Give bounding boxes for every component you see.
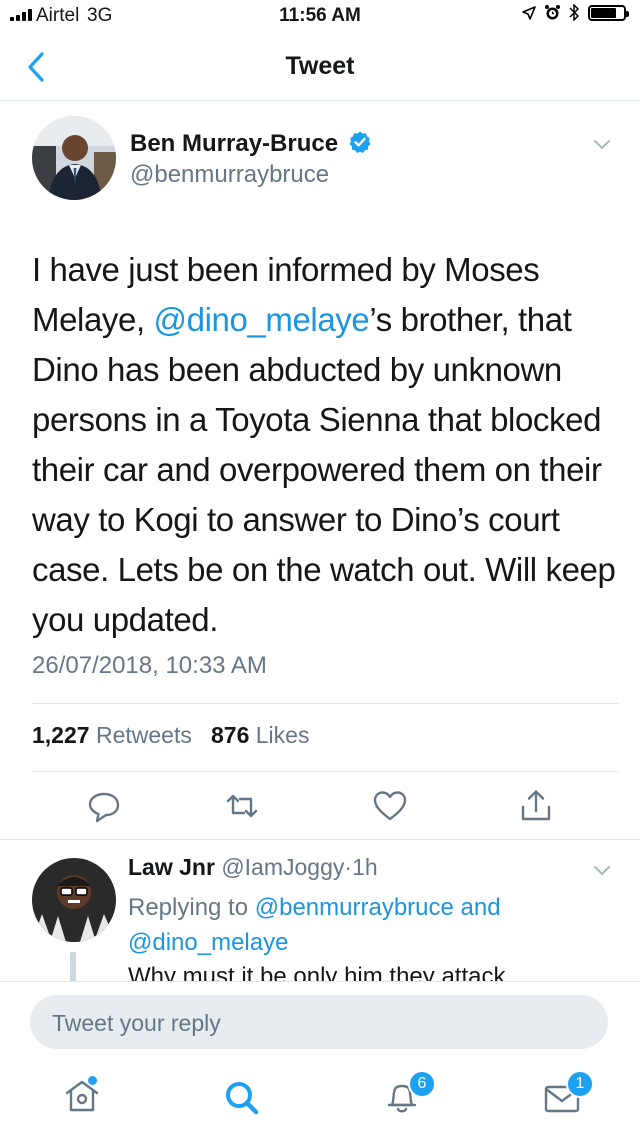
author-avatar[interactable] bbox=[32, 116, 116, 200]
battery-icon bbox=[588, 4, 629, 21]
author-name[interactable]: Ben Murray-Bruce bbox=[130, 130, 372, 158]
retweets-stat[interactable]: 1,227 Retweets bbox=[32, 722, 192, 748]
mention-link[interactable]: @dino_melaye bbox=[154, 301, 370, 338]
reply-icon[interactable] bbox=[84, 786, 124, 826]
likes-count: 876 bbox=[211, 722, 250, 748]
tab-search[interactable] bbox=[222, 1078, 262, 1118]
divider bbox=[32, 703, 618, 704]
reply-input-placeholder: Tweet your reply bbox=[52, 1010, 221, 1036]
likes-stat[interactable]: 876 Likes bbox=[211, 722, 309, 748]
tweet-stats: 1,227 Retweets 876 Likes bbox=[32, 722, 309, 749]
reply-author-avatar[interactable] bbox=[32, 858, 116, 942]
divider bbox=[0, 839, 640, 840]
reply-header: Law Jnr @IamJoggy·1h bbox=[128, 854, 378, 881]
reply-input[interactable]: Tweet your reply bbox=[30, 995, 608, 1049]
chevron-down-icon[interactable] bbox=[592, 138, 612, 152]
avatar-photo bbox=[32, 858, 116, 942]
reply-author-name[interactable]: Law Jnr bbox=[128, 854, 215, 880]
replying-user-link[interactable]: @benmurraybruce bbox=[255, 894, 454, 921]
tab-messages[interactable]: 1 bbox=[542, 1070, 594, 1118]
status-bar: Airtel 3G 11:56 AM bbox=[0, 0, 640, 34]
tab-notifications[interactable]: 6 bbox=[382, 1070, 436, 1116]
chevron-down-icon[interactable] bbox=[592, 864, 612, 878]
replying-prefix: Replying to bbox=[128, 894, 255, 921]
notifications-badge: 6 bbox=[408, 1070, 436, 1098]
reply-separator: · bbox=[344, 854, 353, 880]
retweet-icon[interactable] bbox=[222, 786, 262, 826]
thread-line bbox=[70, 952, 76, 982]
alarm-icon bbox=[545, 5, 560, 20]
replying-and: and bbox=[453, 894, 501, 921]
messages-badge: 1 bbox=[566, 1070, 594, 1098]
location-arrow-icon bbox=[522, 5, 536, 20]
retweets-label: Retweets bbox=[95, 722, 192, 748]
author-handle[interactable]: @benmurraybruce bbox=[130, 161, 329, 189]
retweets-count: 1,227 bbox=[32, 722, 90, 748]
divider bbox=[32, 771, 618, 772]
navigation-bar: Tweet bbox=[0, 34, 640, 101]
share-icon[interactable] bbox=[516, 786, 556, 826]
replying-user-link[interactable]: @dino_melaye bbox=[128, 929, 288, 956]
like-heart-icon[interactable] bbox=[370, 786, 410, 826]
author-name-text: Ben Murray-Bruce bbox=[130, 130, 339, 157]
page-title: Tweet bbox=[285, 52, 355, 80]
reply-author-handle[interactable]: @IamJoggy bbox=[221, 854, 344, 880]
status-icons bbox=[522, 4, 629, 21]
verified-badge-icon bbox=[349, 131, 371, 153]
search-icon bbox=[226, 1082, 259, 1115]
avatar-photo bbox=[32, 116, 116, 200]
reply-time: 1h bbox=[352, 854, 378, 880]
tweet-timestamp: 26/07/2018, 10:33 AM bbox=[32, 652, 267, 679]
tab-bar: 6 1 bbox=[0, 1060, 640, 1138]
replying-to: Replying to @benmurraybruce and @dino_mel… bbox=[128, 890, 568, 960]
tab-home[interactable] bbox=[62, 1076, 102, 1116]
tweet-text: I have just been informed by Moses Melay… bbox=[32, 245, 622, 645]
reply-text: Why must it be only him they attack bbox=[128, 963, 506, 981]
bluetooth-icon bbox=[569, 4, 580, 21]
new-content-dot bbox=[88, 1076, 97, 1085]
divider bbox=[0, 981, 640, 982]
tweet-text-part2: ’s brother, that Dino has been abducted … bbox=[32, 301, 616, 638]
likes-label: Likes bbox=[255, 722, 310, 748]
